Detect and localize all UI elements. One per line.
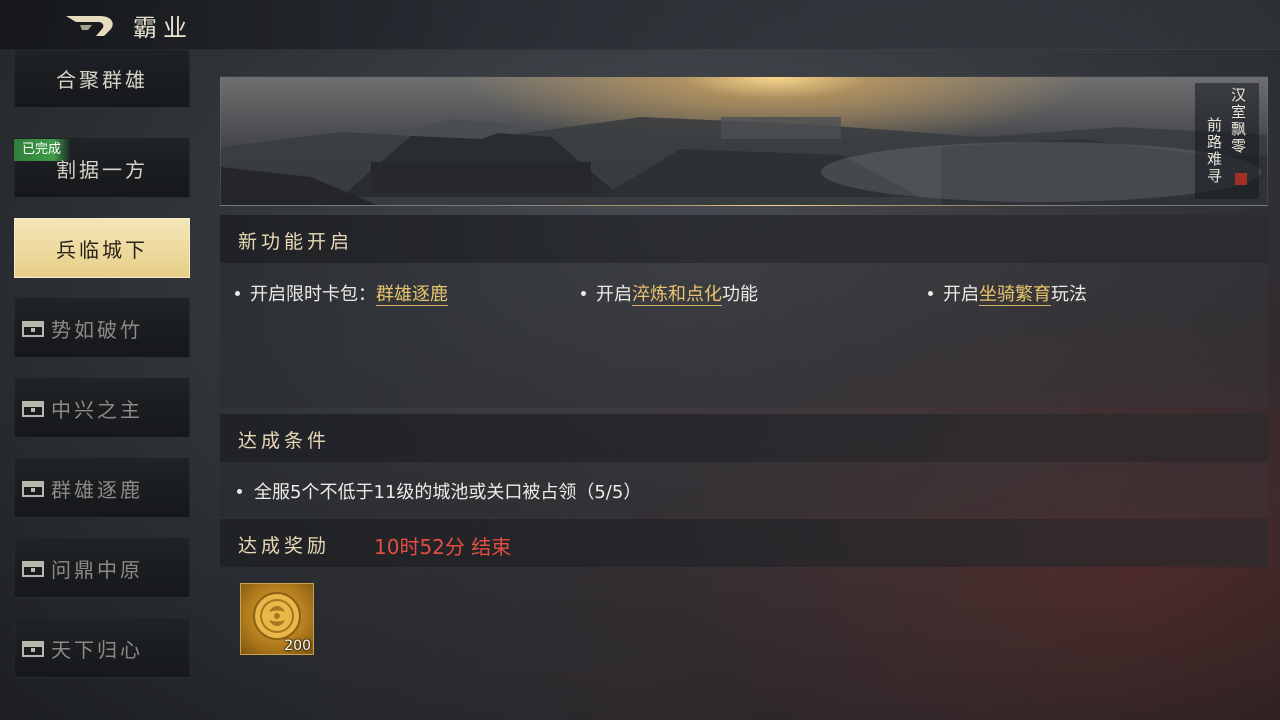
completed-badge: 已完成	[14, 139, 72, 161]
sidebar-item-stage-1[interactable]: 合聚群雄	[14, 50, 190, 108]
rewards-title: 达成奖励	[238, 535, 331, 557]
banner-poem-panel: 汉室飘零 前路难寻	[1195, 83, 1259, 199]
feature-item-1: 开启限时卡包：群雄逐鹿	[235, 280, 448, 306]
bullet-icon	[928, 290, 933, 296]
conditions-header: 达成条件	[220, 414, 1268, 462]
sidebar-item-label: 势如破竹	[51, 317, 143, 342]
stage-banner-image: 汉室飘零 前路难寻	[220, 76, 1268, 206]
conditions-body: 全服5个不低于11级的城池或关口被占领（5/5）	[220, 462, 1268, 517]
sidebar-item-stage-3[interactable]: 兵临城下	[14, 218, 190, 278]
feature-link-card-pack[interactable]: 群雄逐鹿	[376, 284, 448, 306]
rewards-body	[220, 567, 1268, 667]
page-title: 霸业	[133, 14, 193, 42]
reward-timer: 10时52分 结束	[374, 535, 512, 559]
bullet-icon	[235, 290, 240, 296]
reward-item-gold[interactable]: 200	[240, 583, 314, 655]
feature-suffix: 玩法	[1051, 284, 1087, 305]
new-features-body: 开启限时卡包：群雄逐鹿 开启淬炼和点化功能 开启坐骑繁育玩法	[220, 263, 1268, 408]
sidebar-item-label: 合聚群雄	[56, 67, 148, 92]
top-bar: 霸业	[0, 0, 1280, 50]
sidebar-item-stage-5[interactable]: 中兴之主	[14, 378, 190, 438]
bullet-icon	[581, 290, 586, 296]
back-arrow-icon	[66, 16, 113, 36]
sidebar-item-stage-6[interactable]: 群雄逐鹿	[14, 458, 190, 518]
stage-sidebar: 合聚群雄 割据一方 已完成 兵临城下 势如破竹 中兴之主 群雄逐鹿 问鼎中原 天…	[0, 50, 200, 720]
reward-count: 200	[284, 638, 311, 654]
banner-poem-line1: 汉室飘零	[1229, 87, 1247, 155]
feature-item-2: 开启淬炼和点化功能	[581, 280, 758, 306]
sidebar-item-label: 兵临城下	[56, 237, 148, 262]
gold-coin-icon	[253, 592, 301, 640]
sidebar-item-label: 天下归心	[51, 637, 143, 662]
new-features-title: 新功能开启	[238, 231, 354, 253]
palace-scenery	[221, 117, 1267, 205]
sidebar-item-stage-4[interactable]: 势如破竹	[14, 298, 190, 358]
feature-link-refine[interactable]: 淬炼和点化	[632, 284, 722, 306]
feature-link-mount-breeding[interactable]: 坐骑繁育	[979, 284, 1051, 306]
sidebar-item-stage-2[interactable]: 割据一方 已完成	[14, 138, 190, 198]
new-features-header: 新功能开启	[220, 215, 1268, 263]
feature-prefix: 开启	[596, 284, 632, 305]
sidebar-item-label: 中兴之主	[51, 397, 143, 422]
feature-prefix: 开启限时卡包：	[250, 284, 376, 305]
condition-item: 全服5个不低于11级的城池或关口被占领（5/5）	[237, 478, 641, 504]
red-seal-icon	[1235, 173, 1247, 185]
bullet-icon	[237, 488, 242, 494]
conditions-title: 达成条件	[238, 430, 331, 452]
condition-text: 全服5个不低于11级的城池或关口被占领（5/5）	[254, 482, 642, 503]
sidebar-item-stage-8[interactable]: 天下归心	[14, 618, 190, 678]
banner-poem-line2: 前路难寻	[1205, 117, 1223, 185]
feature-suffix: 功能	[722, 284, 758, 305]
sidebar-item-stage-7[interactable]: 问鼎中原	[14, 538, 190, 598]
rewards-header: 达成奖励 10时52分 结束	[220, 519, 1268, 567]
back-button[interactable]	[62, 8, 122, 40]
sidebar-item-label: 问鼎中原	[51, 557, 143, 582]
sidebar-item-label: 群雄逐鹿	[51, 477, 143, 502]
feature-item-3: 开启坐骑繁育玩法	[928, 280, 1087, 306]
feature-prefix: 开启	[943, 284, 979, 305]
